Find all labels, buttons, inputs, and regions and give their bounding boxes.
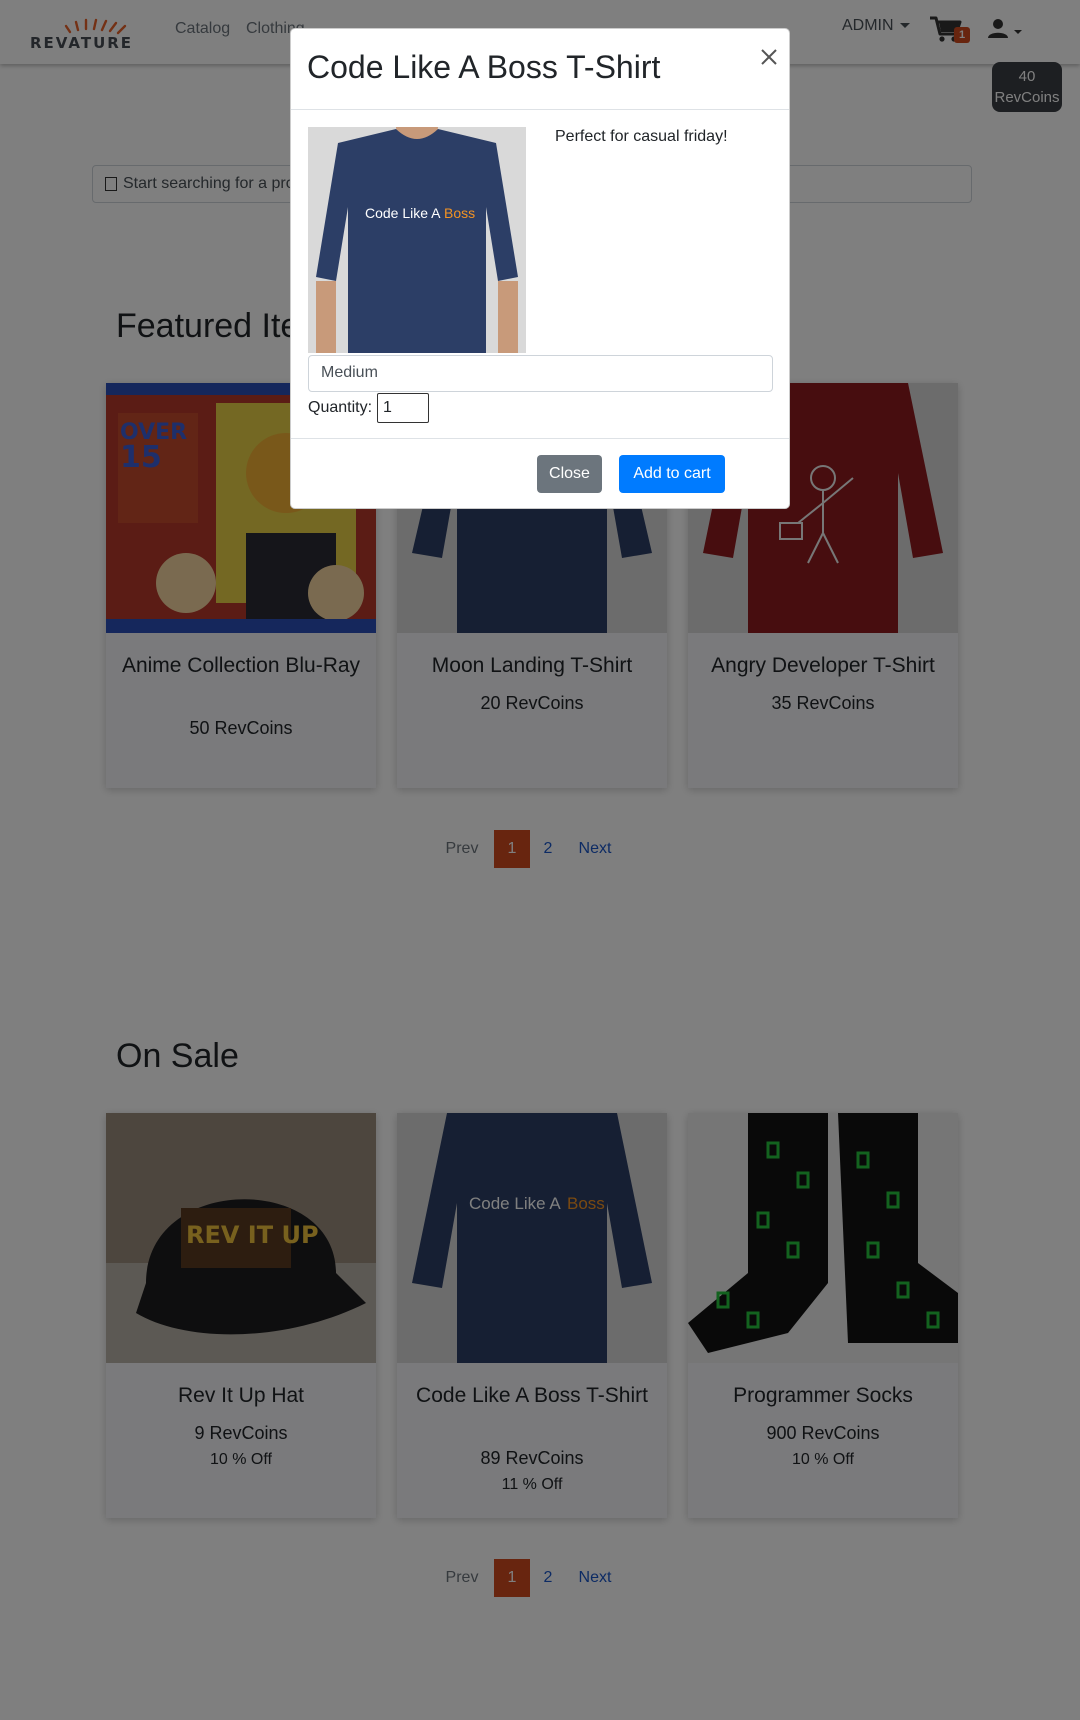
size-value: Medium (321, 364, 378, 381)
product-image: Code Like A Boss (308, 127, 526, 353)
modal-footer-divider (291, 438, 789, 439)
shirt-print-text-accent: Boss (444, 205, 475, 221)
add-to-cart-button[interactable]: Add to cart (619, 455, 725, 493)
close-button[interactable]: Close (537, 455, 602, 493)
size-select[interactable]: Medium (308, 355, 773, 392)
close-icon[interactable] (755, 43, 783, 71)
quantity-label: Quantity: (308, 399, 373, 416)
modal-header: Code Like A Boss T-Shirt (291, 29, 789, 110)
shirt-print-text: Code Like A (365, 205, 441, 221)
quantity-input[interactable] (377, 393, 429, 423)
product-description: Perfect for casual friday! (555, 128, 728, 145)
modal-title: Code Like A Boss T-Shirt (307, 49, 661, 85)
product-modal: Code Like A Boss T-Shirt Code Like A Bos… (290, 28, 790, 509)
